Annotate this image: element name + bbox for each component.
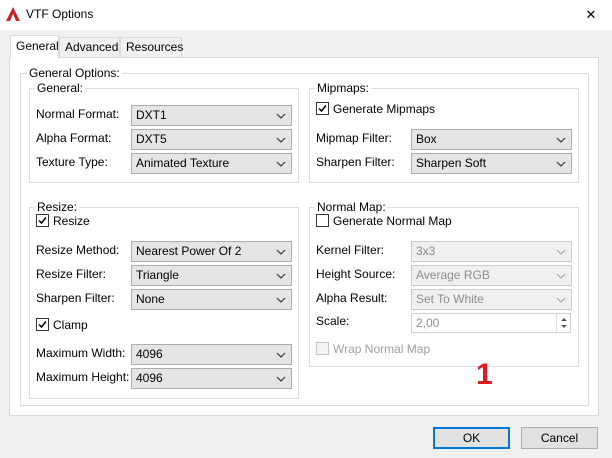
kernel-filter-select[interactable]: 3x3: [411, 241, 572, 262]
scale-label: Scale:: [316, 314, 350, 328]
chevron-down-icon: [556, 161, 566, 167]
spin-arrows[interactable]: [556, 314, 570, 332]
chevron-down-icon: [556, 137, 566, 143]
wrap-normal-map-checkbox[interactable]: [316, 342, 329, 355]
max-height-select[interactable]: 4096: [131, 368, 292, 389]
clamp-label[interactable]: Clamp: [53, 318, 88, 332]
chevron-down-icon: [276, 137, 286, 143]
ok-button[interactable]: OK: [433, 427, 510, 449]
resize-method-label: Resize Method:: [36, 243, 120, 257]
mipmap-sharpen-value: Sharpen Soft: [416, 156, 487, 170]
alpha-format-select[interactable]: DXT5: [131, 129, 292, 150]
resize-filter-value: Triangle: [136, 268, 179, 282]
chevron-down-icon: [276, 249, 286, 255]
max-height-label: Maximum Height:: [36, 370, 130, 384]
height-source-value: Average RGB: [416, 268, 490, 282]
annotation-number: 1: [476, 358, 493, 391]
resize-group-label: Resize:: [35, 200, 80, 214]
scale-value: 2,00: [416, 316, 440, 330]
general-group-label: General:: [35, 81, 86, 95]
tab-general[interactable]: General: [10, 35, 59, 58]
mipmaps-group-label: Mipmaps:: [315, 81, 372, 95]
chevron-down-icon: [276, 113, 286, 119]
check-icon: [38, 321, 47, 329]
mipmap-sharpen-select[interactable]: Sharpen Soft: [411, 153, 572, 174]
normal-format-select[interactable]: DXT1: [131, 105, 292, 126]
texture-type-label: Texture Type:: [36, 155, 108, 169]
generate-normal-map-label[interactable]: Generate Normal Map: [333, 214, 452, 228]
chevron-down-icon: [556, 297, 566, 303]
mipmap-filter-value: Box: [416, 132, 437, 146]
normal-map-group-label: Normal Map:: [315, 200, 388, 214]
general-options-label: General Options:: [27, 66, 122, 80]
normal-format-label: Normal Format:: [36, 107, 120, 121]
alpha-result-select[interactable]: Set To White: [411, 289, 572, 310]
cancel-button[interactable]: Cancel: [521, 427, 598, 449]
chevron-down-icon: [556, 273, 566, 279]
max-width-select[interactable]: 4096: [131, 344, 292, 365]
alpha-result-label: Alpha Result:: [316, 291, 388, 305]
resize-filter-select[interactable]: Triangle: [131, 265, 292, 286]
tab-label: Advanced: [65, 40, 119, 54]
max-width-label: Maximum Width:: [36, 346, 126, 360]
kernel-filter-value: 3x3: [416, 244, 436, 258]
alpha-format-value: DXT5: [136, 132, 167, 146]
close-button[interactable]: ✕: [570, 0, 612, 30]
kernel-filter-label: Kernel Filter:: [316, 243, 385, 257]
scale-spinbox[interactable]: 2,00: [411, 313, 571, 333]
resize-sharpen-select[interactable]: None: [131, 289, 292, 310]
resize-checkbox[interactable]: [36, 214, 49, 227]
clamp-checkbox[interactable]: [36, 318, 49, 331]
generate-mipmaps-label[interactable]: Generate Mipmaps: [333, 102, 435, 116]
tab-resources[interactable]: Resources: [120, 37, 184, 57]
resize-filter-label: Resize Filter:: [36, 267, 107, 281]
tab-advanced[interactable]: Advanced: [59, 37, 120, 57]
mipmap-filter-label: Mipmap Filter:: [316, 131, 393, 145]
title-bar[interactable]: VTF Options ✕: [0, 0, 612, 30]
wrap-normal-map-label[interactable]: Wrap Normal Map: [333, 342, 430, 356]
texture-type-select[interactable]: Animated Texture: [131, 153, 292, 174]
tab-label: General: [16, 39, 59, 53]
generate-normal-map-checkbox[interactable]: [316, 214, 329, 227]
max-width-value: 4096: [136, 347, 163, 361]
alpha-format-label: Alpha Format:: [36, 131, 112, 145]
chevron-down-icon: [276, 297, 286, 303]
height-source-select[interactable]: Average RGB: [411, 265, 572, 286]
mipmap-filter-select[interactable]: Box: [411, 129, 572, 150]
spin-up-icon: [561, 318, 567, 321]
resize-sharpen-value: None: [136, 292, 165, 306]
resize-check-label[interactable]: Resize: [53, 214, 90, 228]
texture-type-value: Animated Texture: [136, 156, 230, 170]
resize-sharpen-label: Sharpen Filter:: [36, 291, 115, 305]
chevron-down-icon: [276, 376, 286, 382]
vtf-app-icon: [5, 6, 21, 22]
chevron-down-icon: [276, 161, 286, 167]
chevron-down-icon: [276, 273, 286, 279]
close-icon: ✕: [585, 7, 597, 22]
chevron-down-icon: [556, 249, 566, 255]
resize-method-value: Nearest Power Of 2: [136, 244, 242, 258]
check-icon: [318, 105, 327, 113]
resize-method-select[interactable]: Nearest Power Of 2: [131, 241, 292, 262]
mipmap-sharpen-label: Sharpen Filter:: [316, 155, 395, 169]
check-icon: [38, 217, 47, 225]
window-title: VTF Options: [26, 7, 94, 21]
spin-down-icon: [561, 325, 567, 328]
height-source-label: Height Source:: [316, 267, 396, 281]
chevron-down-icon: [276, 352, 286, 358]
alpha-result-value: Set To White: [416, 292, 484, 306]
tab-label: Resources: [126, 40, 184, 54]
max-height-value: 4096: [136, 371, 163, 385]
normal-format-value: DXT1: [136, 108, 167, 122]
generate-mipmaps-checkbox[interactable]: [316, 102, 329, 115]
